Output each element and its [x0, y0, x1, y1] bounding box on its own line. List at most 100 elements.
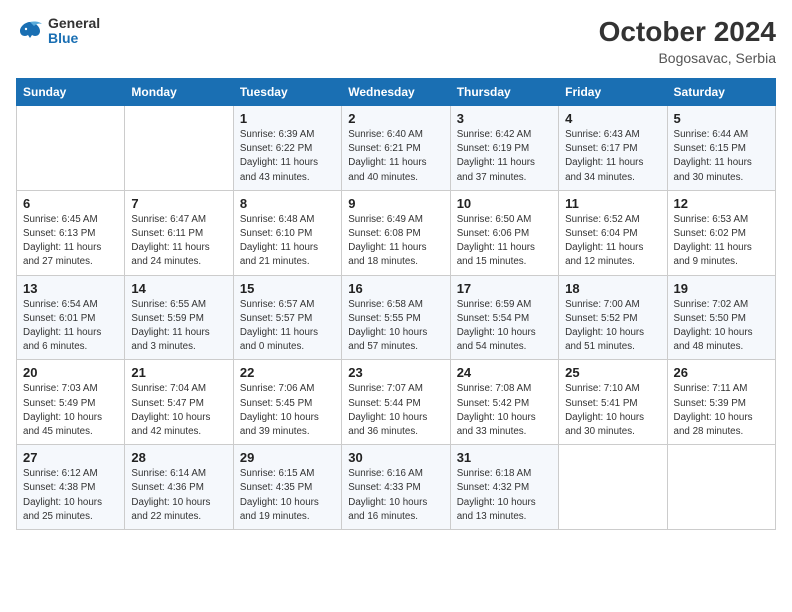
calendar-cell: 27 Sunrise: 6:12 AM Sunset: 4:38 PM Dayli…	[17, 445, 125, 530]
calendar-cell	[667, 445, 775, 530]
col-header-saturday: Saturday	[667, 79, 775, 106]
day-detail: Sunrise: 6:15 AM Sunset: 4:35 PM Dayligh…	[240, 467, 335, 524]
calendar-cell: 30Sunrise: 6:16 AM Sunset: 4:33 PM Dayli…	[342, 445, 450, 530]
calendar-cell: 3Sunrise: 6:42 AM Sunset: 6:19 PM Daylig…	[450, 106, 558, 191]
calendar-week-row: 6 Sunrise: 6:45 AM Sunset: 6:13 PM Daylig…	[17, 190, 776, 275]
day-detail: Sunrise: 7:04 AM Sunset: 5:47 PM Dayligh…	[131, 382, 226, 439]
calendar-cell: 8 Sunrise: 6:48 AM Sunset: 6:10 PM Daylig…	[233, 190, 341, 275]
day-detail: Sunrise: 6:52 AM Sunset: 6:04 PM Dayligh…	[565, 213, 660, 270]
calendar-cell: 14Sunrise: 6:55 AM Sunset: 5:59 PM Dayli…	[125, 275, 233, 360]
calendar-cell: 15 Sunrise: 6:57 AM Sunset: 5:57 PM Dayli…	[233, 275, 341, 360]
calendar-week-row: 1 Sunrise: 6:39 AM Sunset: 6:22 PM Daylig…	[17, 106, 776, 191]
day-number: 24	[457, 365, 552, 380]
calendar-cell	[125, 106, 233, 191]
logo-icon	[16, 20, 44, 42]
day-number: 11	[565, 196, 660, 211]
col-header-friday: Friday	[559, 79, 667, 106]
day-detail: Sunrise: 6:57 AM Sunset: 5:57 PM Dayligh…	[240, 298, 335, 355]
day-detail: Sunrise: 6:44 AM Sunset: 6:15 PM Dayligh…	[674, 128, 769, 185]
day-number: 2	[348, 111, 443, 126]
day-number: 22	[240, 365, 335, 380]
logo-text: General Blue	[48, 16, 100, 47]
col-header-tuesday: Tuesday	[233, 79, 341, 106]
calendar-cell: 19 Sunrise: 7:02 AM Sunset: 5:50 PM Dayli…	[667, 275, 775, 360]
day-number: 1	[240, 111, 335, 126]
calendar-week-row: 20Sunrise: 7:03 AM Sunset: 5:49 PM Dayli…	[17, 360, 776, 445]
day-number: 25	[565, 365, 660, 380]
col-header-monday: Monday	[125, 79, 233, 106]
day-number: 15	[240, 281, 335, 296]
day-detail: Sunrise: 6:43 AM Sunset: 6:17 PM Dayligh…	[565, 128, 660, 185]
day-detail: Sunrise: 6:42 AM Sunset: 6:19 PM Dayligh…	[457, 128, 552, 185]
day-detail: Sunrise: 6:58 AM Sunset: 5:55 PM Dayligh…	[348, 298, 443, 355]
calendar-cell: 22 Sunrise: 7:06 AM Sunset: 5:45 PM Dayli…	[233, 360, 341, 445]
day-number: 18	[565, 281, 660, 296]
calendar-cell: 29Sunrise: 6:15 AM Sunset: 4:35 PM Dayli…	[233, 445, 341, 530]
day-detail: Sunrise: 7:00 AM Sunset: 5:52 PM Dayligh…	[565, 298, 660, 355]
calendar-cell: 6 Sunrise: 6:45 AM Sunset: 6:13 PM Daylig…	[17, 190, 125, 275]
calendar-cell: 4 Sunrise: 6:43 AM Sunset: 6:17 PM Daylig…	[559, 106, 667, 191]
day-number: 17	[457, 281, 552, 296]
day-detail: Sunrise: 7:06 AM Sunset: 5:45 PM Dayligh…	[240, 382, 335, 439]
day-detail: Sunrise: 7:08 AM Sunset: 5:42 PM Dayligh…	[457, 382, 552, 439]
calendar-cell: 2 Sunrise: 6:40 AM Sunset: 6:21 PM Daylig…	[342, 106, 450, 191]
calendar-cell: 23Sunrise: 7:07 AM Sunset: 5:44 PM Dayli…	[342, 360, 450, 445]
day-number: 7	[131, 196, 226, 211]
calendar-cell	[17, 106, 125, 191]
calendar-header-row: SundayMondayTuesdayWednesdayThursdayFrid…	[17, 79, 776, 106]
day-detail: Sunrise: 6:45 AM Sunset: 6:13 PM Dayligh…	[23, 213, 118, 270]
calendar-cell: 28Sunrise: 6:14 AM Sunset: 4:36 PM Dayli…	[125, 445, 233, 530]
calendar-week-row: 13Sunrise: 6:54 AM Sunset: 6:01 PM Dayli…	[17, 275, 776, 360]
calendar-cell	[559, 445, 667, 530]
day-detail: Sunrise: 6:48 AM Sunset: 6:10 PM Dayligh…	[240, 213, 335, 270]
logo: General Blue	[16, 16, 100, 47]
day-detail: Sunrise: 6:14 AM Sunset: 4:36 PM Dayligh…	[131, 467, 226, 524]
day-detail: Sunrise: 6:59 AM Sunset: 5:54 PM Dayligh…	[457, 298, 552, 355]
calendar-cell: 24 Sunrise: 7:08 AM Sunset: 5:42 PM Dayli…	[450, 360, 558, 445]
calendar-cell: 1 Sunrise: 6:39 AM Sunset: 6:22 PM Daylig…	[233, 106, 341, 191]
col-header-thursday: Thursday	[450, 79, 558, 106]
day-detail: Sunrise: 6:40 AM Sunset: 6:21 PM Dayligh…	[348, 128, 443, 185]
day-detail: Sunrise: 6:39 AM Sunset: 6:22 PM Dayligh…	[240, 128, 335, 185]
calendar-table: SundayMondayTuesdayWednesdayThursdayFrid…	[16, 78, 776, 530]
day-number: 12	[674, 196, 769, 211]
calendar-week-row: 27 Sunrise: 6:12 AM Sunset: 4:38 PM Dayli…	[17, 445, 776, 530]
day-number: 9	[348, 196, 443, 211]
calendar-cell: 26Sunrise: 7:11 AM Sunset: 5:39 PM Dayli…	[667, 360, 775, 445]
day-detail: Sunrise: 6:49 AM Sunset: 6:08 PM Dayligh…	[348, 213, 443, 270]
day-number: 10	[457, 196, 552, 211]
day-detail: Sunrise: 6:55 AM Sunset: 5:59 PM Dayligh…	[131, 298, 226, 355]
day-number: 4	[565, 111, 660, 126]
month-year-title: October 2024	[599, 16, 776, 48]
calendar-cell: 11 Sunrise: 6:52 AM Sunset: 6:04 PM Dayli…	[559, 190, 667, 275]
calendar-cell: 10Sunrise: 6:50 AM Sunset: 6:06 PM Dayli…	[450, 190, 558, 275]
day-detail: Sunrise: 7:02 AM Sunset: 5:50 PM Dayligh…	[674, 298, 769, 355]
day-number: 8	[240, 196, 335, 211]
day-number: 6	[23, 196, 118, 211]
day-number: 27	[23, 450, 118, 465]
calendar-cell: 18 Sunrise: 7:00 AM Sunset: 5:52 PM Dayli…	[559, 275, 667, 360]
day-number: 21	[131, 365, 226, 380]
day-number: 19	[674, 281, 769, 296]
calendar-cell: 25 Sunrise: 7:10 AM Sunset: 5:41 PM Dayli…	[559, 360, 667, 445]
day-detail: Sunrise: 7:10 AM Sunset: 5:41 PM Dayligh…	[565, 382, 660, 439]
calendar-cell: 17 Sunrise: 6:59 AM Sunset: 5:54 PM Dayli…	[450, 275, 558, 360]
day-number: 16	[348, 281, 443, 296]
day-detail: Sunrise: 6:18 AM Sunset: 4:32 PM Dayligh…	[457, 467, 552, 524]
calendar-cell: 12 Sunrise: 6:53 AM Sunset: 6:02 PM Dayli…	[667, 190, 775, 275]
day-detail: Sunrise: 6:54 AM Sunset: 6:01 PM Dayligh…	[23, 298, 118, 355]
day-number: 26	[674, 365, 769, 380]
calendar-cell: 21 Sunrise: 7:04 AM Sunset: 5:47 PM Dayli…	[125, 360, 233, 445]
day-detail: Sunrise: 6:12 AM Sunset: 4:38 PM Dayligh…	[23, 467, 118, 524]
col-header-sunday: Sunday	[17, 79, 125, 106]
day-number: 5	[674, 111, 769, 126]
page-header: General Blue October 2024 Bogosavac, Ser…	[16, 16, 776, 66]
location-label: Bogosavac, Serbia	[599, 50, 776, 66]
calendar-cell: 13Sunrise: 6:54 AM Sunset: 6:01 PM Dayli…	[17, 275, 125, 360]
col-header-wednesday: Wednesday	[342, 79, 450, 106]
day-number: 23	[348, 365, 443, 380]
calendar-cell: 7 Sunrise: 6:47 AM Sunset: 6:11 PM Daylig…	[125, 190, 233, 275]
day-detail: Sunrise: 6:16 AM Sunset: 4:33 PM Dayligh…	[348, 467, 443, 524]
day-detail: Sunrise: 6:47 AM Sunset: 6:11 PM Dayligh…	[131, 213, 226, 270]
day-detail: Sunrise: 6:53 AM Sunset: 6:02 PM Dayligh…	[674, 213, 769, 270]
